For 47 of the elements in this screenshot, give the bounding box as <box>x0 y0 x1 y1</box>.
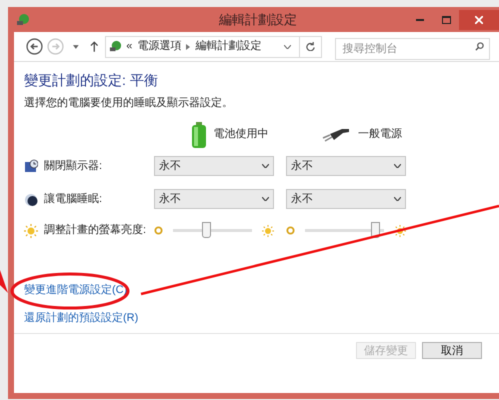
up-arrow-icon[interactable] <box>90 41 98 52</box>
chevron-icon <box>186 44 190 50</box>
setting-label: 關閉顯示器: <box>44 158 102 174</box>
address-bar[interactable]: « 電源選項 編輯計劃設定 <box>105 36 322 58</box>
dropdown[interactable]: 永不 <box>286 189 406 209</box>
search-field[interactable]: 搜尋控制台 <box>335 38 490 60</box>
column-header: 電池使用中 <box>214 127 268 142</box>
close-button[interactable] <box>459 10 499 30</box>
caret-icon <box>394 197 401 201</box>
moon-icon <box>24 192 38 206</box>
setting-label: 讓電腦睡眠: <box>44 192 102 207</box>
link[interactable]: 還原計劃的預設設定(R) <box>24 310 138 326</box>
dropdown[interactable]: 永不 <box>154 156 274 176</box>
dim-icon <box>286 226 295 235</box>
maximize-icon <box>442 16 450 24</box>
sun-icon <box>24 224 38 238</box>
power-plug-icon <box>322 128 350 142</box>
app-icon <box>16 12 30 26</box>
window-title: 編輯計劃設定 <box>218 10 298 29</box>
minimize-icon <box>416 18 424 20</box>
breadcrumb-item[interactable]: 編輯計劃設定 <box>195 38 262 55</box>
description-text: 選擇您的電腦要使用的睡眠及顯示器設定。 <box>24 96 234 111</box>
search-icon <box>475 42 484 50</box>
setting-label: 調整計畫的螢幕亮度: <box>44 222 146 238</box>
caret-icon <box>262 164 269 168</box>
breadcrumb-item[interactable]: 電源選項 <box>137 38 182 55</box>
close-icon <box>475 16 483 24</box>
dropdown-caret-icon[interactable] <box>284 44 292 48</box>
battery-icon <box>192 122 206 148</box>
dropdown[interactable]: 永不 <box>286 156 406 176</box>
display-clock-icon <box>24 159 38 173</box>
dropdown[interactable]: 永不 <box>154 189 274 209</box>
arrow-head-icon <box>0 270 8 293</box>
breadcrumb-chevrons[interactable]: « <box>126 38 132 55</box>
refresh-icon[interactable] <box>306 42 316 51</box>
back-button[interactable] <box>26 38 43 55</box>
column-header: 一般電源 <box>358 127 402 142</box>
dim-icon <box>154 226 163 235</box>
cancel-button[interactable]: 取消 <box>422 342 482 358</box>
app-icon <box>109 40 122 53</box>
slider-thumb[interactable] <box>202 222 212 238</box>
sun-icon <box>394 224 406 236</box>
page-heading: 變更計劃的設定: 平衡 <box>24 71 159 90</box>
dropdown-caret-icon[interactable] <box>73 44 79 48</box>
sun-icon <box>262 224 274 236</box>
caret-icon <box>262 197 269 201</box>
caret-icon <box>394 164 401 168</box>
